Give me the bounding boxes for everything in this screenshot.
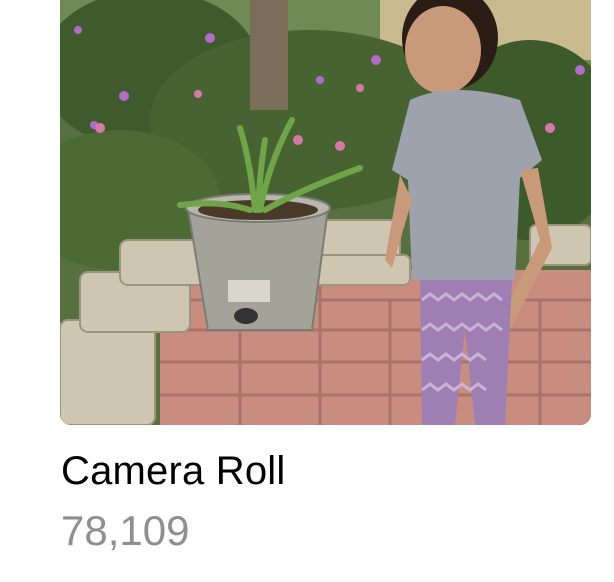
album-title: Camera Roll	[61, 449, 286, 493]
album-thumbnail[interactable]	[60, 0, 591, 425]
album-camera-roll[interactable]: Camera Roll 78,109	[0, 0, 614, 582]
album-photo-count: 78,109	[61, 507, 190, 554]
